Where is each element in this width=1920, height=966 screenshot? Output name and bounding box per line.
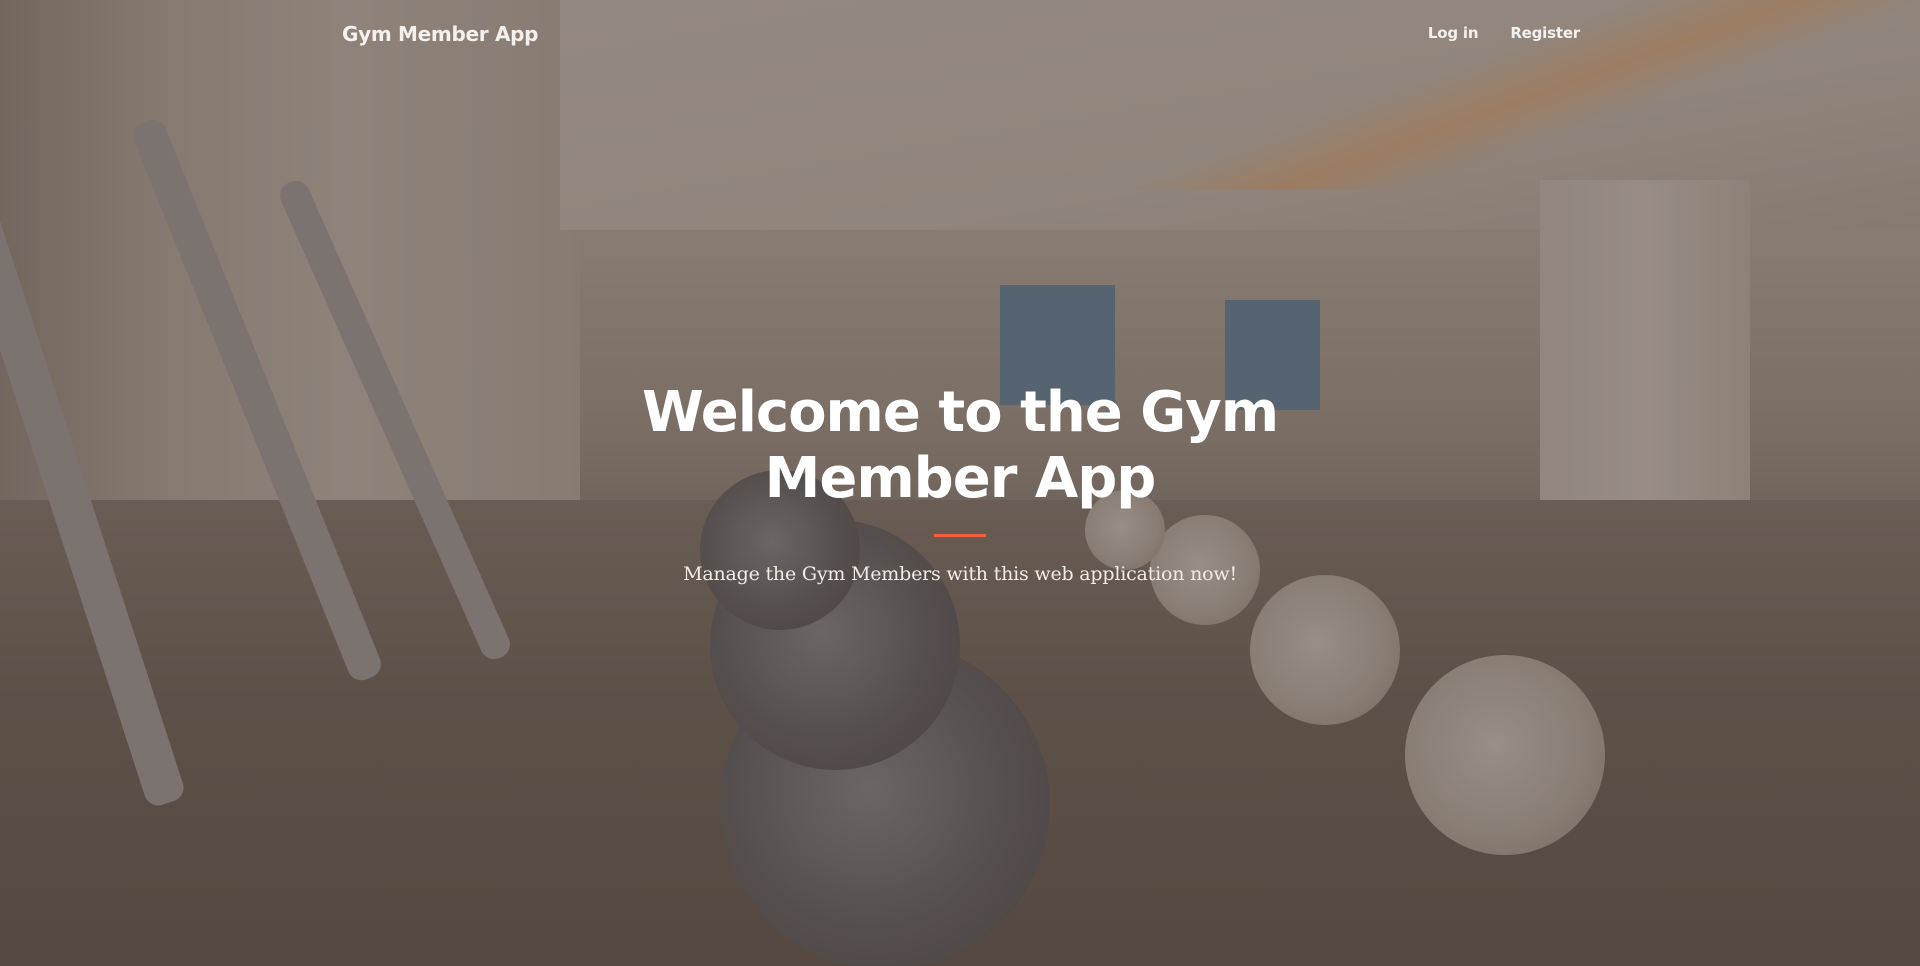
register-link[interactable]: Register [1510,24,1580,42]
top-navbar: Gym Member App Log in Register [0,0,1920,70]
brand-link[interactable]: Gym Member App [342,22,538,46]
hero-divider [934,534,986,537]
hero-title: Welcome to the Gym Member App [641,380,1279,511]
nav-links: Log in Register [1428,24,1580,42]
hero-section: Welcome to the Gym Member App Manage the… [0,380,1920,585]
login-link[interactable]: Log in [1428,24,1479,42]
hero-subtitle: Manage the Gym Members with this web app… [683,563,1237,585]
